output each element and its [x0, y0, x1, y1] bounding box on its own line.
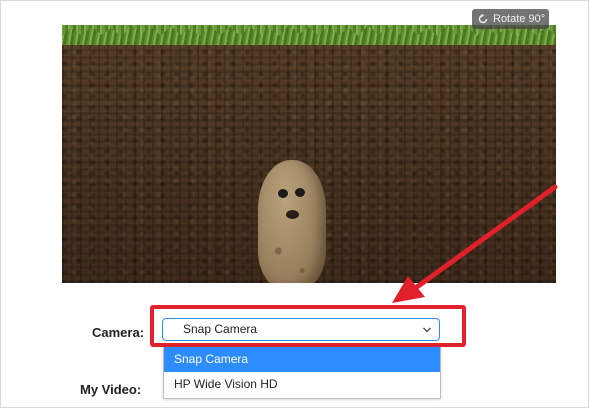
- annotation-arrow: [392, 184, 558, 303]
